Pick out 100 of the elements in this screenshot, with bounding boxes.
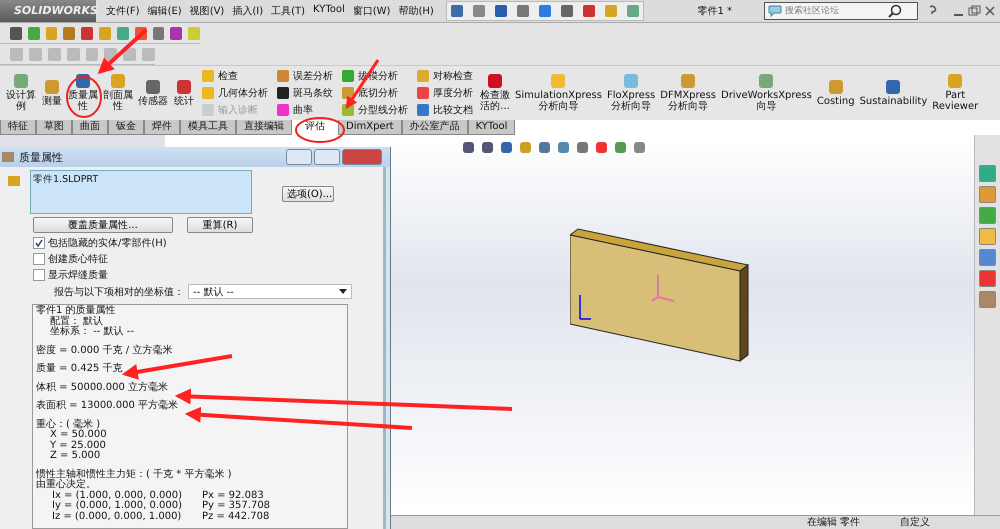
toolbar-icon[interactable]	[10, 26, 22, 40]
ribbon-button[interactable]: 比较文档	[417, 102, 473, 118]
task-pane-tab[interactable]	[979, 186, 996, 203]
report-value: Px = 92.083	[202, 490, 264, 500]
ribbon-button[interactable]: DriveWorksXpress 向导	[719, 74, 814, 112]
view-toolbar-icon[interactable]	[615, 142, 626, 153]
menu-item[interactable]: 插入(I)	[232, 4, 264, 18]
ribbon-button[interactable]: 曲率	[277, 102, 333, 118]
menu-item[interactable]: 文件(F)	[106, 4, 140, 18]
annotation-circle	[66, 76, 102, 118]
report-line: 体积 = 50000.000 立方毫米	[36, 382, 169, 393]
ribbon-tab[interactable]: KYTool	[468, 120, 516, 135]
ribbon-button[interactable]: 误差分析	[277, 68, 333, 84]
ribbon-button[interactable]: Sustainability	[858, 80, 930, 106]
ribbon-button[interactable]: 检查	[202, 68, 268, 84]
toolbar-icon[interactable]	[560, 5, 573, 17]
report-line: Ix = (1.000, 0.000, 0.000)	[52, 490, 184, 500]
report-line: Iz = (0.000, 0.000, 1.000)	[52, 512, 182, 522]
coordinate-dropdown[interactable]: -- 默认 --	[188, 284, 352, 299]
ribbon-button[interactable]: 底切分析	[342, 86, 408, 100]
field-label: 报告与以下项相对的坐标值：	[54, 286, 184, 298]
checkbox[interactable]	[33, 236, 45, 248]
checkbox[interactable]	[33, 252, 45, 264]
ribbon-button[interactable]: 设计算 例	[4, 74, 38, 112]
ribbon-tab[interactable]: DimXpert	[338, 120, 402, 135]
report-line: 零件1 的质量属性	[36, 306, 117, 316]
ribbon-tab[interactable]: 模具工具	[180, 120, 236, 135]
report-line: X = 50.000	[49, 430, 108, 440]
ribbon-button[interactable]: FloXpress 分析向导	[604, 74, 658, 112]
toolbar-icon[interactable]	[582, 5, 595, 17]
checkbox-label: 显示焊缝质量	[48, 268, 108, 282]
view-toolbar-icon[interactable]	[634, 142, 645, 153]
view-toolbar-icon[interactable]	[558, 142, 569, 153]
list-item[interactable]: 零件1.SLDPRT	[33, 173, 249, 186]
checkbox-label: 包括隐藏的实体/零部件(H)	[48, 236, 167, 250]
ribbon-button[interactable]: 对称检查	[417, 68, 473, 84]
menu-item[interactable]: 视图(V)	[190, 4, 224, 18]
ribbon-button[interactable]: 剖面属 性	[101, 74, 135, 112]
ribbon-button[interactable]: SimulationXpress 分析向导	[513, 74, 604, 112]
ribbon-button[interactable]: 测量	[39, 80, 65, 106]
ribbon-tab[interactable]: 特征	[0, 120, 36, 135]
ribbon-button[interactable]: 厚度分析	[417, 86, 473, 100]
document-title: 零件1 *	[697, 5, 732, 18]
ribbon-tab[interactable]: 直接编辑	[236, 120, 292, 135]
ribbon-button[interactable]: 斑马条纹	[277, 86, 333, 100]
ribbon-button[interactable]: DFMXpress 分析向导	[658, 74, 718, 112]
toolbar-icon[interactable]	[494, 5, 507, 17]
report-line: 重心：( 毫米 )	[36, 420, 102, 430]
toolbar-icon[interactable]	[538, 5, 551, 17]
minimize-button[interactable]	[286, 149, 312, 165]
view-toolbar-icon[interactable]	[501, 142, 512, 153]
toolbar-icon[interactable]	[450, 5, 463, 17]
checkbox[interactable]	[33, 268, 45, 280]
ribbon-button[interactable]: Costing	[814, 80, 857, 106]
ribbon-button[interactable]: 分型线分析	[342, 102, 408, 118]
toolbar-icon[interactable]	[63, 26, 76, 40]
view-toolbar-icon[interactable]	[539, 142, 550, 153]
ribbon-button[interactable]: 检查激 活的...	[478, 74, 512, 112]
maximize-button[interactable]	[314, 149, 340, 165]
ribbon-button[interactable]: 传感器	[136, 80, 170, 106]
selection-list[interactable]: 零件1.SLDPRT	[30, 170, 252, 214]
task-pane-tab[interactable]	[979, 228, 996, 245]
ribbon-tab[interactable]: 曲面	[72, 120, 108, 135]
view-toolbar-icon[interactable]	[596, 142, 607, 153]
options-button[interactable]: 选项(O)...	[282, 186, 334, 202]
override-button[interactable]: 覆盖质量属性...	[33, 217, 173, 233]
toolbar-icon[interactable]	[170, 26, 182, 40]
view-toolbar-icon[interactable]	[482, 142, 493, 153]
recalculate-button[interactable]: 重算(R)	[187, 217, 253, 233]
report-line: 密度 = 0.000 千克 / 立方毫米	[36, 346, 174, 356]
status-text: 自定义	[900, 516, 930, 529]
menu-item[interactable]: 编辑(E)	[148, 4, 182, 18]
ribbon-button[interactable]: 统计	[171, 80, 197, 106]
menu-item[interactable]: KYTool	[313, 4, 345, 18]
annotation-circle	[295, 117, 345, 143]
ribbon-tab[interactable]: 草图	[36, 120, 72, 135]
search-icon[interactable]	[888, 4, 902, 18]
ribbon-tab[interactable]: 钣金	[108, 120, 144, 135]
menu-item[interactable]: 帮助(H)	[398, 4, 434, 18]
menu-item[interactable]: 工具(T)	[271, 4, 306, 18]
annotation-arrow	[98, 28, 148, 74]
menu-item[interactable]: 窗口(W)	[352, 4, 390, 18]
ribbon-tab[interactable]: 焊件	[144, 120, 180, 135]
ribbon-button[interactable]: 质量属 性	[66, 74, 100, 112]
ribbon-button[interactable]: Part Reviewer	[930, 74, 980, 112]
toolbar-icon[interactable]	[152, 26, 164, 40]
ribbon-tab[interactable]: 办公室产品	[402, 120, 468, 135]
view-toolbar-icon[interactable]	[463, 142, 474, 153]
ribbon-button[interactable]: 几何体分析	[202, 86, 268, 100]
report-line: 坐标系： -- 默认 --	[49, 327, 135, 338]
report-value: Py = 357.708	[202, 501, 270, 512]
status-text: 在编辑 零件	[806, 516, 860, 529]
dialog-title: 质量属性	[19, 150, 64, 164]
report-line: 由重心决定。	[36, 480, 97, 490]
speech-bubble-icon	[768, 5, 782, 17]
toolbar-icon[interactable]	[516, 5, 529, 17]
view-toolbar-icon[interactable]	[577, 142, 588, 153]
report-line: 惯性主轴和惯性主力矩：( 千克 * 平方毫米 )	[36, 470, 233, 480]
toolbar-icon[interactable]	[81, 26, 94, 40]
toolbar-icon[interactable]	[472, 5, 485, 17]
